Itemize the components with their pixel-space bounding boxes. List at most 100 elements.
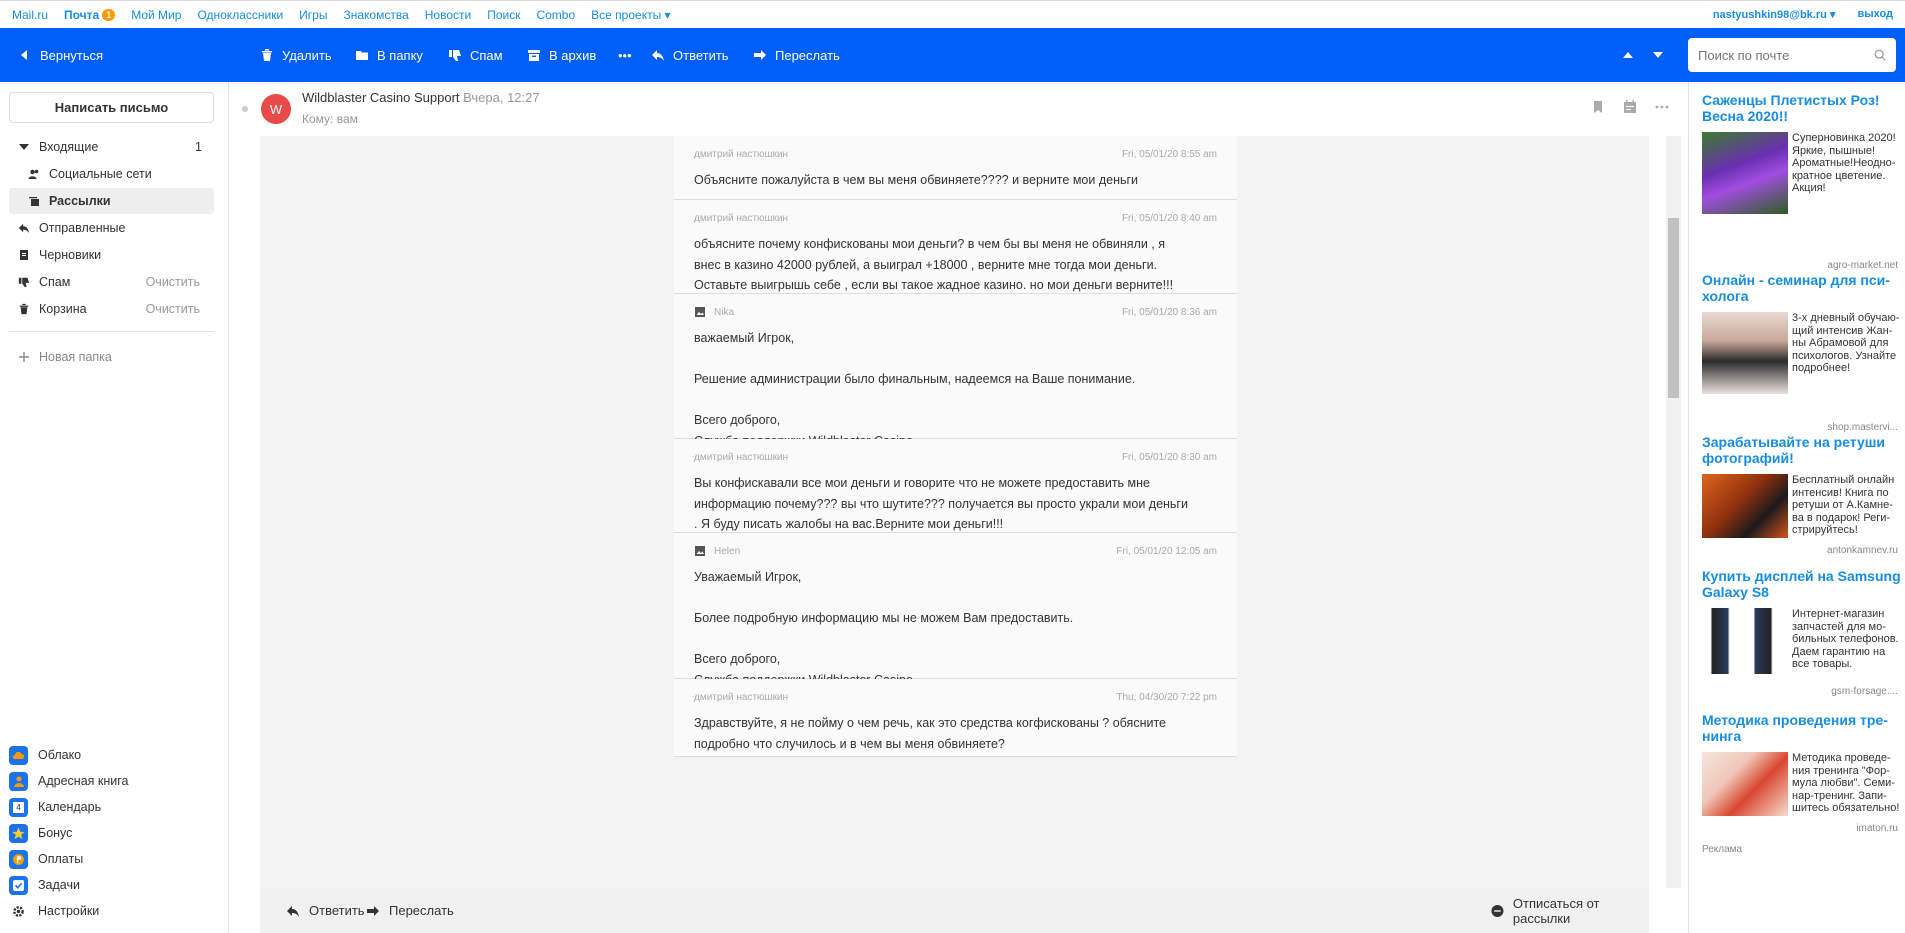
folder-social[interactable]: Социальные сети (9, 161, 214, 187)
portal-link-dating[interactable]: Знакомства (343, 8, 408, 22)
settings-label: Настройки (38, 904, 100, 918)
portal-bar: Mail.ru Почта 1 Мой Мир Одноклассники Игр… (0, 0, 1905, 28)
ad-title[interactable]: Саженцы Плетистых Роз! Весна 2020!! (1702, 92, 1902, 124)
folder-sent[interactable]: Отправленные (9, 215, 214, 241)
ad-title[interactable]: Зарабатывайте на ретуши фотографий! (1702, 434, 1902, 466)
folder-inbox[interactable]: Входящие 1 (9, 134, 214, 160)
ad-image-retouch[interactable] (1702, 474, 1788, 538)
forward-button[interactable]: Переслать (753, 28, 840, 82)
scrollbar-thumb[interactable] (1668, 218, 1679, 398)
footer-forward-label: Переслать (389, 903, 454, 918)
ad-image-phone-display[interactable] (1702, 608, 1788, 674)
thread-message: Helen Fri, 05/01/20 12:05 am Уважаемый Иг… (674, 533, 1237, 687)
calendar-icon: 4 (9, 797, 28, 817)
ad-image-roses[interactable] (1702, 132, 1788, 214)
ad-title[interactable]: Методика проведения тре-нинга (1702, 712, 1902, 744)
prev-letter-button[interactable] (1621, 28, 1635, 82)
back-label: Вернуться (40, 47, 104, 63)
sender-name[interactable]: Wildblaster Casino Support (302, 90, 460, 105)
more-actions-button[interactable]: ••• (618, 28, 632, 82)
spam-button[interactable]: Спам (448, 28, 503, 82)
portal-link-combo[interactable]: Combo (536, 8, 575, 22)
triangle-down-icon (19, 144, 29, 150)
forward-icon (754, 50, 766, 60)
portal-link-mail[interactable]: Почта 1 (64, 8, 116, 22)
search-icon[interactable] (1874, 48, 1886, 62)
folder-label: Входящие (39, 140, 99, 154)
ad-image-psychologist[interactable] (1702, 312, 1788, 394)
portal-link-all-projects[interactable]: Все проекты ▾ (591, 8, 670, 22)
app-bonus[interactable]: Бонус (9, 820, 72, 846)
letter-scrollbar[interactable] (1666, 136, 1681, 888)
app-calendar[interactable]: 4 Календарь (9, 794, 101, 820)
reply-button[interactable]: Ответить (651, 28, 729, 82)
folder-label: Черновики (39, 248, 102, 262)
folder-spam[interactable]: Спам Очистить (9, 269, 214, 295)
thread-message: Nika Fri, 05/01/20 8:36 am важаемый Игрок… (674, 294, 1237, 448)
unsubscribe-button[interactable]: Отписаться от рассылки (1491, 888, 1649, 933)
app-cloud[interactable]: Облако (9, 742, 81, 768)
portal-links: Mail.ru Почта 1 Мой Мир Одноклассники Игр… (12, 8, 671, 22)
move-to-folder-button[interactable]: В папку (355, 28, 423, 82)
portal-link-games[interactable]: Игры (299, 8, 327, 22)
message-text: Вы конфискавали все мои деньги и говорит… (694, 476, 1188, 531)
portal-link-search[interactable]: Поиск (487, 8, 520, 22)
app-address-book[interactable]: Адресная книга (9, 768, 128, 794)
ad-title[interactable]: Онлайн - семинар для пси-холога (1702, 272, 1902, 304)
sidebar-divider (9, 331, 214, 332)
reply-icon (287, 905, 299, 917)
thread-message: дмитрий настюшкин Fri, 05/01/20 8:30 am В… (674, 439, 1237, 533)
ad-source: agro-market.net (1827, 260, 1898, 271)
ad-title[interactable]: Купить дисплей на Samsung Galaxy S8 (1702, 568, 1902, 600)
minus-circle-icon (1491, 904, 1504, 917)
logout-link[interactable]: выход (1857, 8, 1893, 21)
cloud-icon (9, 745, 28, 765)
read-status-dot[interactable] (242, 106, 248, 112)
image-placeholder-icon (695, 307, 705, 317)
footer-forward-button[interactable]: Переслать (366, 888, 454, 933)
delete-button[interactable]: Удалить (260, 28, 332, 82)
folder-drafts[interactable]: Черновики (9, 242, 214, 268)
settings-link[interactable]: Настройки (12, 898, 99, 924)
folder-newsletters[interactable]: Рассылки (9, 188, 214, 214)
ad-source: imaton.ru (1856, 823, 1898, 834)
calendar-add-icon[interactable] (1623, 100, 1637, 114)
thread-message: дмитрий настюшкин Fri, 05/01/20 8:55 am О… (674, 136, 1237, 200)
next-letter-button[interactable] (1651, 28, 1665, 82)
ad-block[interactable]: Методика проведения тре-нинга Методика п… (1702, 712, 1902, 834)
folder-sidebar: Написать письмо Входящие 1 Социальные се… (0, 82, 229, 933)
folder-label: Отправленные (39, 221, 126, 235)
message-author: Nika (714, 306, 735, 318)
bookmark-icon[interactable] (1591, 100, 1605, 114)
user-email-menu[interactable]: nastyushkin98@bk.ru ▾ (1713, 8, 1836, 21)
ad-image-training[interactable] (1702, 752, 1788, 816)
new-folder-label: Новая папка (39, 350, 112, 364)
people-icon (28, 169, 39, 179)
compose-button[interactable]: Написать письмо (9, 92, 214, 123)
portal-link-myworld[interactable]: Мой Мир (131, 8, 181, 22)
back-button[interactable]: Вернуться (18, 28, 103, 82)
ad-block[interactable]: Купить дисплей на Samsung Galaxy S8 Инте… (1702, 568, 1902, 697)
folder-trash[interactable]: Корзина Очистить (9, 296, 214, 322)
more-dots-icon[interactable] (1655, 100, 1669, 114)
clear-trash-button[interactable]: Очистить (146, 302, 200, 316)
portal-link-mailru[interactable]: Mail.ru (12, 8, 48, 22)
portal-link-news[interactable]: Новости (425, 8, 471, 22)
search-input[interactable] (1698, 47, 1874, 63)
app-label: Бонус (38, 826, 73, 840)
app-payments[interactable]: Оплаты (9, 846, 83, 872)
new-folder-button[interactable]: Новая папка (9, 344, 214, 370)
message-author: дмитрий настюшкин (694, 691, 789, 703)
ad-block[interactable]: Онлайн - семинар для пси-холога 3-х днев… (1702, 272, 1902, 433)
archive-button[interactable]: В архив (527, 28, 596, 82)
portal-link-ok[interactable]: Одноклассники (197, 8, 283, 22)
app-tasks[interactable]: Задачи (9, 872, 80, 898)
message-date: Fri, 05/01/20 8:30 am (1121, 451, 1217, 463)
ad-block[interactable]: Саженцы Плетистых Роз! Весна 2020!! Супе… (1702, 92, 1902, 271)
ad-description: 3-х дневный обучаю-щий интенсив Жан-ны А… (1792, 312, 1900, 374)
footer-reply-button[interactable]: Ответить (286, 888, 365, 933)
ad-block[interactable]: Зарабатывайте на ретуши фотографий! Бесп… (1702, 434, 1902, 556)
thread-message: дмитрий настюшкин Thu, 04/30/20 7:22 pm З… (674, 679, 1237, 757)
message-text: Объясните пожалуйста в чем вы меня обвин… (694, 173, 1139, 187)
clear-spam-button[interactable]: Очистить (146, 275, 200, 289)
